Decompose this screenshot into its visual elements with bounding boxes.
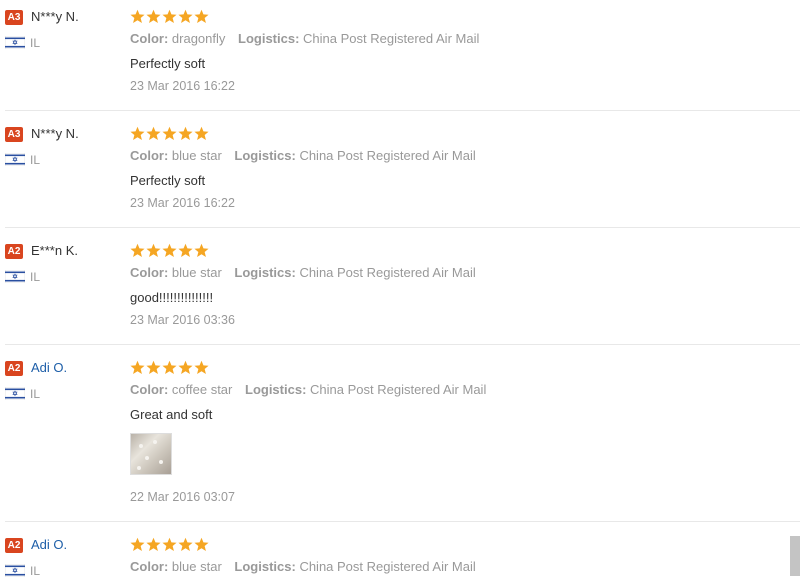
star-rating	[130, 360, 209, 375]
color-value: blue star	[171, 265, 222, 280]
israel-flag-icon	[5, 36, 25, 49]
divider	[5, 344, 800, 345]
israel-flag-icon	[5, 270, 25, 283]
order-info: Color: coffee star Logistics: China Post…	[130, 382, 486, 397]
buyer-level-badge: A3	[5, 10, 23, 25]
logistics-label: Logistics:	[234, 148, 296, 163]
review-date: 23 Mar 2016 03:36	[130, 313, 235, 327]
order-info: Color: dragonfly Logistics: China Post R…	[130, 31, 479, 46]
star-icon	[194, 537, 209, 552]
star-icon	[178, 243, 193, 258]
review-text: good!!!!!!!!!!!!!!!	[130, 290, 214, 305]
star-icon	[146, 126, 161, 141]
buyer-name: N***y N.	[31, 126, 79, 141]
star-icon	[194, 126, 209, 141]
star-icon	[194, 360, 209, 375]
logistics-label: Logistics:	[234, 265, 296, 280]
israel-flag-icon	[5, 387, 25, 400]
color-label: Color:	[130, 265, 169, 280]
star-icon	[178, 9, 193, 24]
star-icon	[130, 537, 145, 552]
star-icon	[162, 9, 177, 24]
star-icon	[178, 537, 193, 552]
review-date: 22 Mar 2016 03:07	[130, 490, 235, 504]
color-label: Color:	[130, 148, 169, 163]
review-text: Great and soft	[130, 407, 213, 422]
logistics-value: China Post Registered Air Mail	[299, 265, 476, 280]
color-label: Color:	[130, 382, 169, 397]
color-label: Color:	[130, 559, 169, 574]
star-rating	[130, 9, 209, 24]
buyer-country: IL	[30, 270, 41, 284]
review-text: Perfectly soft	[130, 173, 206, 188]
star-rating	[130, 126, 209, 141]
buyer-level-badge: A3	[5, 127, 23, 142]
logistics-label: Logistics:	[234, 559, 296, 574]
divider	[5, 110, 800, 111]
logistics-value: China Post Registered Air Mail	[310, 382, 487, 397]
star-icon	[162, 360, 177, 375]
buyer-country: IL	[30, 36, 41, 50]
review-date: 23 Mar 2016 16:22	[130, 196, 235, 210]
divider	[5, 521, 800, 522]
star-icon	[146, 537, 161, 552]
star-rating	[130, 243, 209, 258]
star-icon	[146, 9, 161, 24]
buyer-name-link[interactable]: Adi O.	[31, 360, 67, 375]
star-rating	[130, 537, 209, 552]
review-text: Perfectly soft	[130, 56, 206, 71]
buyer-name: N***y N.	[31, 9, 79, 24]
star-icon	[130, 9, 145, 24]
buyer-level-badge: A2	[5, 244, 23, 259]
star-icon	[146, 243, 161, 258]
star-icon	[130, 243, 145, 258]
star-icon	[162, 126, 177, 141]
star-icon	[178, 360, 193, 375]
order-info: Color: blue star Logistics: China Post R…	[130, 148, 476, 163]
star-icon	[130, 360, 145, 375]
buyer-country: IL	[30, 387, 41, 401]
star-icon	[178, 126, 193, 141]
logistics-value: China Post Registered Air Mail	[303, 31, 480, 46]
star-icon	[162, 243, 177, 258]
buyer-level-badge: A2	[5, 538, 23, 553]
logistics-value: China Post Registered Air Mail	[299, 559, 476, 574]
star-icon	[194, 9, 209, 24]
star-icon	[146, 360, 161, 375]
logistics-label: Logistics:	[238, 31, 300, 46]
logistics-label: Logistics:	[245, 382, 307, 397]
color-value: coffee star	[171, 382, 233, 397]
review-date: 23 Mar 2016 16:22	[130, 79, 235, 93]
review-photo-thumbnail[interactable]	[130, 433, 172, 475]
israel-flag-icon	[5, 153, 25, 166]
logistics-value: China Post Registered Air Mail	[299, 148, 476, 163]
israel-flag-icon	[5, 564, 25, 577]
color-value: blue star	[171, 559, 222, 574]
order-info: Color: blue star Logistics: China Post R…	[130, 559, 476, 574]
buyer-country: IL	[30, 153, 41, 167]
divider	[5, 227, 800, 228]
color-value: dragonfly	[171, 31, 226, 46]
buyer-level-badge: A2	[5, 361, 23, 376]
scrollbar[interactable]	[790, 536, 800, 576]
buyer-name-link[interactable]: Adi O.	[31, 537, 67, 552]
star-icon	[162, 537, 177, 552]
order-info: Color: blue star Logistics: China Post R…	[130, 265, 476, 280]
color-label: Color:	[130, 31, 169, 46]
buyer-name: E***n K.	[31, 243, 78, 258]
color-value: blue star	[171, 148, 222, 163]
star-icon	[130, 126, 145, 141]
star-icon	[194, 243, 209, 258]
